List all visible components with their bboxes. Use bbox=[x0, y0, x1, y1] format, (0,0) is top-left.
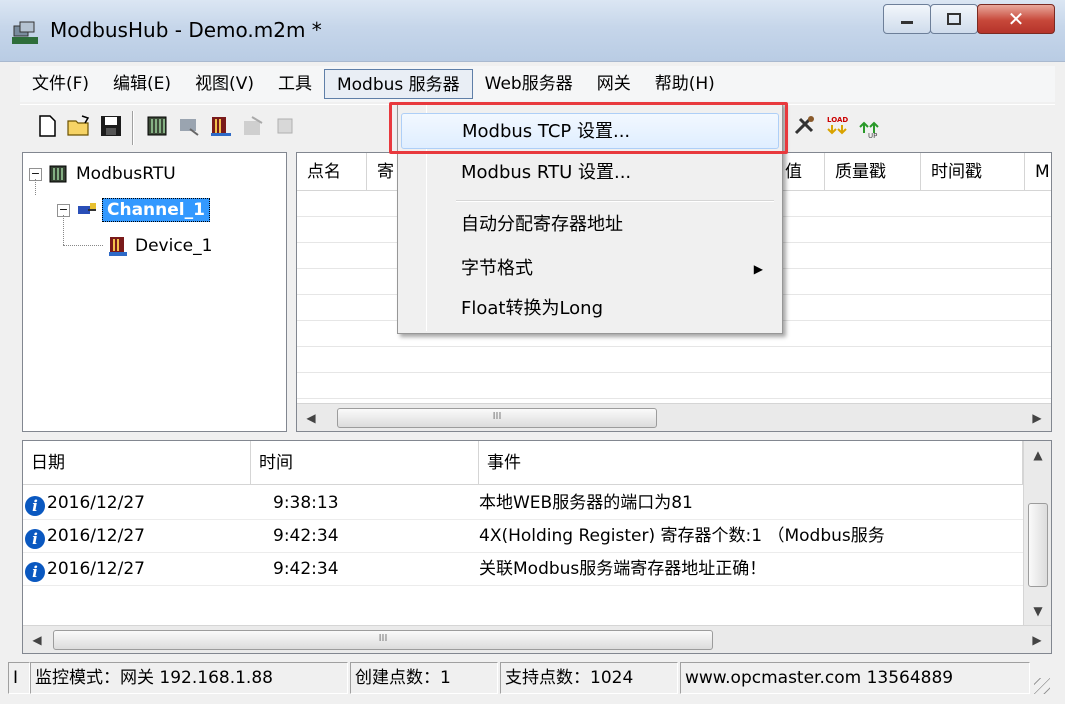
tree-node-channel[interactable]: − Channel_1 bbox=[57, 195, 210, 225]
close-button[interactable]: ✕ bbox=[977, 4, 1055, 34]
menu-file[interactable]: 文件(F) bbox=[20, 69, 101, 99]
log-date: 2016/12/27 bbox=[47, 493, 145, 513]
log-time: 9:42:34 bbox=[273, 559, 339, 579]
menu-gateway[interactable]: 网关 bbox=[585, 69, 643, 99]
byte-format-label: 字节格式 bbox=[461, 258, 533, 279]
grip-icon: III bbox=[378, 633, 388, 644]
log-vscrollbar[interactable]: ▲ ▼ bbox=[1023, 441, 1051, 627]
menu-tools[interactable]: 工具 bbox=[266, 69, 324, 99]
app-window: ModbusHub - Demo.m2m * ✕ 文件(F) 编辑(E) 视图(… bbox=[0, 0, 1065, 704]
log-event: 4X(Holding Register) 寄存器个数:1 （Modbus服务 bbox=[479, 526, 885, 546]
status-first: I bbox=[8, 662, 30, 694]
col-more[interactable]: M bbox=[1025, 153, 1051, 191]
log-date: 2016/12/27 bbox=[47, 559, 145, 579]
project-tree[interactable]: − ModbusRTU − Channel_1 Device_1 bbox=[22, 152, 287, 432]
menu-edit[interactable]: 编辑(E) bbox=[101, 69, 183, 99]
rtu-icon bbox=[49, 165, 67, 183]
info-icon: i bbox=[25, 562, 45, 582]
menu-bar: 文件(F) 编辑(E) 视图(V) 工具 Modbus 服务器 Web服务器 网… bbox=[20, 66, 1055, 102]
submenu-arrow-icon: ▶ bbox=[753, 262, 763, 276]
scroll-up-icon[interactable]: ▲ bbox=[1028, 445, 1048, 465]
grid-hscrollbar[interactable]: ◀ III ▶ bbox=[297, 403, 1051, 431]
col-date[interactable]: 日期 bbox=[23, 441, 251, 485]
minimize-button[interactable] bbox=[883, 4, 931, 34]
resize-grip-icon[interactable] bbox=[1034, 678, 1050, 694]
svg-text:LOAD: LOAD bbox=[827, 116, 848, 124]
tree-node-device[interactable]: Device_1 bbox=[107, 231, 212, 261]
grip-icon: III bbox=[492, 411, 502, 422]
col-quality[interactable]: 质量戳 bbox=[825, 153, 921, 191]
tree-channel-label: Channel_1 bbox=[102, 198, 210, 222]
log-row[interactable]: i 2016/12/27 9:38:13 本地WEB服务器的端口为81 bbox=[23, 487, 1023, 520]
log-event: 本地WEB服务器的端口为81 bbox=[479, 493, 693, 513]
delete-disabled-icon[interactable] bbox=[272, 113, 298, 139]
log-row[interactable]: i 2016/12/27 9:42:34 关联Modbus服务端寄存器地址正确！ bbox=[23, 553, 1023, 586]
save-icon[interactable] bbox=[98, 113, 124, 139]
col-event[interactable]: 事件 bbox=[479, 441, 1023, 485]
event-log[interactable]: 日期 时间 事件 i 2016/12/27 9:38:13 本地WEB服务器的端口… bbox=[22, 440, 1052, 654]
close-icon: ✕ bbox=[1007, 7, 1025, 31]
log-time: 9:42:34 bbox=[273, 526, 339, 546]
menu-item-float-to-long[interactable]: Float转换为Long bbox=[401, 291, 779, 327]
scroll-right-icon[interactable]: ▶ bbox=[1027, 630, 1047, 650]
log-event: 关联Modbus服务端寄存器地址正确！ bbox=[479, 559, 767, 579]
col-time[interactable]: 时间 bbox=[251, 441, 479, 485]
status-bar: I 监控模式：网关 192.168.1.88 创建点数：1 支持点数：1024 … bbox=[8, 660, 1052, 696]
add-point-icon[interactable] bbox=[208, 113, 234, 139]
log-time: 9:38:13 bbox=[273, 493, 339, 513]
log-vscroll-thumb[interactable] bbox=[1028, 503, 1048, 587]
edit-disabled-icon[interactable] bbox=[240, 113, 266, 139]
scroll-left-icon[interactable]: ◀ bbox=[301, 408, 321, 428]
window-title: ModbusHub - Demo.m2m * bbox=[50, 18, 322, 42]
log-date: 2016/12/27 bbox=[47, 526, 145, 546]
status-supported: 支持点数：1024 bbox=[500, 662, 678, 694]
add-channel-icon[interactable] bbox=[144, 113, 170, 139]
menu-help[interactable]: 帮助(H) bbox=[643, 69, 727, 99]
scroll-left-icon[interactable]: ◀ bbox=[27, 630, 47, 650]
minimize-icon bbox=[901, 21, 913, 24]
menu-item-auto-assign-registers[interactable]: 自动分配寄存器地址 bbox=[401, 207, 779, 243]
menu-item-byte-format[interactable]: 字节格式 ▶ bbox=[401, 251, 779, 287]
window-controls: ✕ bbox=[883, 4, 1055, 38]
log-scroll-thumb[interactable]: III bbox=[53, 630, 713, 650]
title-bar[interactable]: ModbusHub - Demo.m2m * ✕ bbox=[0, 0, 1065, 62]
status-mode: 监控模式：网关 192.168.1.88 bbox=[30, 662, 348, 694]
log-header: 日期 时间 事件 bbox=[23, 441, 1023, 485]
info-icon: i bbox=[25, 529, 45, 549]
scroll-right-icon[interactable]: ▶ bbox=[1027, 408, 1047, 428]
status-created: 创建点数：1 bbox=[350, 662, 498, 694]
maximize-button[interactable] bbox=[930, 4, 978, 34]
status-site: www.opcmaster.com 13564889 bbox=[680, 662, 1030, 694]
highlight-annotation-box bbox=[389, 102, 788, 154]
menu-view[interactable]: 视图(V) bbox=[183, 69, 266, 99]
device-icon bbox=[109, 237, 127, 256]
modbushub-app-icon bbox=[12, 21, 38, 44]
grid-scroll-thumb[interactable]: III bbox=[337, 408, 657, 428]
upload-icon[interactable]: UP bbox=[856, 113, 882, 139]
col-point-name[interactable]: 点名 bbox=[297, 153, 367, 191]
tree-device-label: Device_1 bbox=[135, 236, 213, 256]
info-icon: i bbox=[25, 496, 45, 516]
tree-node-root[interactable]: − ModbusRTU bbox=[29, 159, 176, 189]
col-timestamp[interactable]: 时间戳 bbox=[921, 153, 1025, 191]
tree-root-label: ModbusRTU bbox=[76, 164, 176, 184]
log-hscrollbar[interactable]: ◀ III ▶ bbox=[23, 625, 1051, 653]
load-icon[interactable]: LOAD bbox=[824, 113, 850, 139]
scroll-down-icon[interactable]: ▼ bbox=[1028, 601, 1048, 621]
svg-text:UP: UP bbox=[868, 132, 877, 139]
channel-icon bbox=[78, 203, 96, 214]
open-folder-icon[interactable] bbox=[66, 113, 92, 139]
tools-icon[interactable] bbox=[792, 113, 818, 139]
new-file-icon[interactable] bbox=[34, 113, 60, 139]
maximize-icon bbox=[947, 13, 961, 25]
add-device-icon[interactable] bbox=[176, 113, 202, 139]
log-row[interactable]: i 2016/12/27 9:42:34 4X(Holding Register)… bbox=[23, 520, 1023, 553]
menu-web-server[interactable]: Web服务器 bbox=[473, 69, 585, 99]
menu-modbus-server[interactable]: Modbus 服务器 bbox=[323, 69, 473, 99]
menu-item-modbus-rtu-settings[interactable]: Modbus RTU 设置... bbox=[401, 155, 779, 191]
